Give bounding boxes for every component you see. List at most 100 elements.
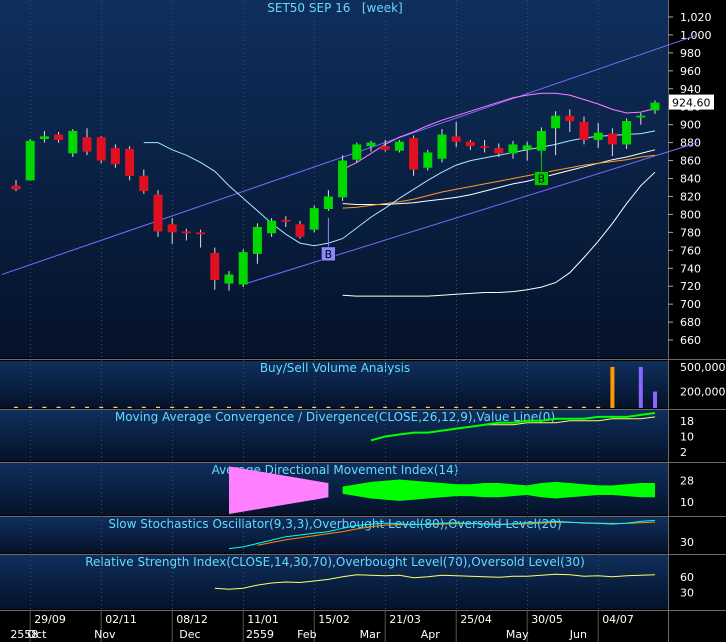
candle-body (238, 252, 248, 285)
last-price-label: 924.60 (672, 97, 711, 110)
price-tick-label: 740 (680, 262, 701, 275)
volume-bar (354, 406, 359, 408)
price-tick-label: 720 (680, 280, 701, 293)
candle-body (636, 115, 646, 118)
candle-body (210, 253, 220, 280)
candle-body (224, 274, 234, 284)
volume-bar (340, 406, 345, 408)
candle-body (54, 134, 64, 140)
date-tick-label: 11/01 (247, 613, 279, 626)
volume-bar (397, 406, 402, 408)
price-tick-label: 860 (680, 155, 701, 168)
date-tick-label: 02/11 (105, 613, 137, 626)
volume-bar (411, 406, 416, 408)
price-chart-title: SET50 SEP 16 [week] (267, 1, 402, 15)
volume-bar (468, 406, 473, 408)
volume-bar (184, 406, 189, 408)
candle-body (366, 142, 376, 147)
candle-body (579, 121, 589, 140)
candle-body (494, 148, 504, 154)
volume-bar (56, 406, 61, 408)
volume-bar (70, 406, 75, 408)
volume-bar (383, 406, 388, 408)
volume-bar (638, 366, 643, 408)
volume-bar (496, 406, 501, 408)
candle-body (125, 148, 135, 176)
volume-bar (326, 406, 331, 408)
volume-bar (525, 406, 530, 408)
candle-body (167, 224, 177, 233)
date-tick-label: 21/03 (389, 613, 421, 626)
price-tick-label: 680 (680, 316, 701, 329)
volume-tick-label: 500,000 (680, 361, 726, 374)
date-tick-label: 15/02 (318, 613, 350, 626)
volume-bar (567, 406, 572, 408)
date-tick-label: 04/07 (602, 613, 634, 626)
candle-body (323, 196, 333, 210)
volume-bar (42, 406, 47, 408)
candle-body (139, 175, 149, 192)
candle-body (68, 130, 78, 154)
candle-body (181, 231, 191, 234)
stochastic-tick-label: 30 (680, 536, 694, 549)
candle-body (522, 145, 532, 150)
candle-body (295, 224, 305, 237)
macd-panel-title: Moving Average Convergence / Divergence(… (115, 410, 555, 424)
month-label: Feb (297, 628, 316, 641)
stock-chart: SET50 SEP 16 [week] Buy/Sell Volume Anal… (0, 0, 726, 642)
candle-body (480, 146, 490, 148)
adx-tick-label: 28 (680, 475, 694, 488)
month-label: Mar (360, 628, 381, 641)
candle-body (11, 185, 21, 190)
adx-tick-label: 10 (680, 496, 694, 509)
volume-bar (610, 366, 615, 408)
month-label: Nov (94, 628, 116, 641)
volume-bar (312, 406, 317, 408)
candle-body (622, 121, 632, 145)
candle-body (394, 141, 404, 151)
price-tick-label: 880 (680, 137, 701, 150)
month-label: 2559 (246, 628, 274, 641)
date-tick-label: 29/09 (34, 613, 66, 626)
candle-body (82, 137, 92, 152)
candle-body (281, 219, 291, 222)
month-label: May (506, 628, 529, 641)
volume-bar (539, 406, 544, 408)
indicator-y-axes: 500,000 200,000 18 10 2 28 10 30 60 30 (680, 361, 726, 599)
month-label: Jun (569, 628, 587, 641)
volume-bar (127, 406, 132, 408)
volume-bar (553, 406, 558, 408)
rsi-tick-label: 60 (680, 571, 694, 584)
month-label: Apr (421, 628, 441, 641)
candle-body (409, 138, 419, 170)
rsi-tick-label: 30 (680, 586, 694, 599)
volume-bar (156, 406, 160, 408)
month-label: Dec (179, 628, 200, 641)
volume-bar (454, 406, 459, 408)
volume-bar (369, 406, 373, 408)
candle-body (338, 160, 348, 198)
volume-bar (255, 406, 260, 408)
volume-bar (596, 406, 601, 408)
price-tick-label: 820 (680, 190, 701, 203)
volume-bar (298, 406, 302, 408)
volume-bar (14, 406, 18, 408)
price-tick-label: 800 (680, 208, 701, 221)
candle-body (650, 102, 660, 111)
volume-bar (582, 406, 586, 408)
candle-body (423, 152, 433, 168)
signal-label: B (538, 173, 546, 186)
macd-tick-label: 10 (680, 430, 694, 443)
volume-bar (283, 406, 288, 408)
candle-body (607, 133, 617, 145)
rsi-panel-title: Relative Strength Index(CLOSE,14,30,70),… (85, 555, 585, 569)
macd-tick-label: 18 (680, 415, 694, 428)
date-tick-label: 30/05 (531, 613, 563, 626)
signal-label: B (325, 248, 333, 261)
candle-body (437, 134, 447, 159)
volume-bar (241, 406, 246, 408)
candle-body (551, 115, 561, 129)
volume-bar (28, 406, 33, 408)
price-tick-label: 900 (680, 119, 701, 132)
volume-bar (653, 391, 657, 408)
